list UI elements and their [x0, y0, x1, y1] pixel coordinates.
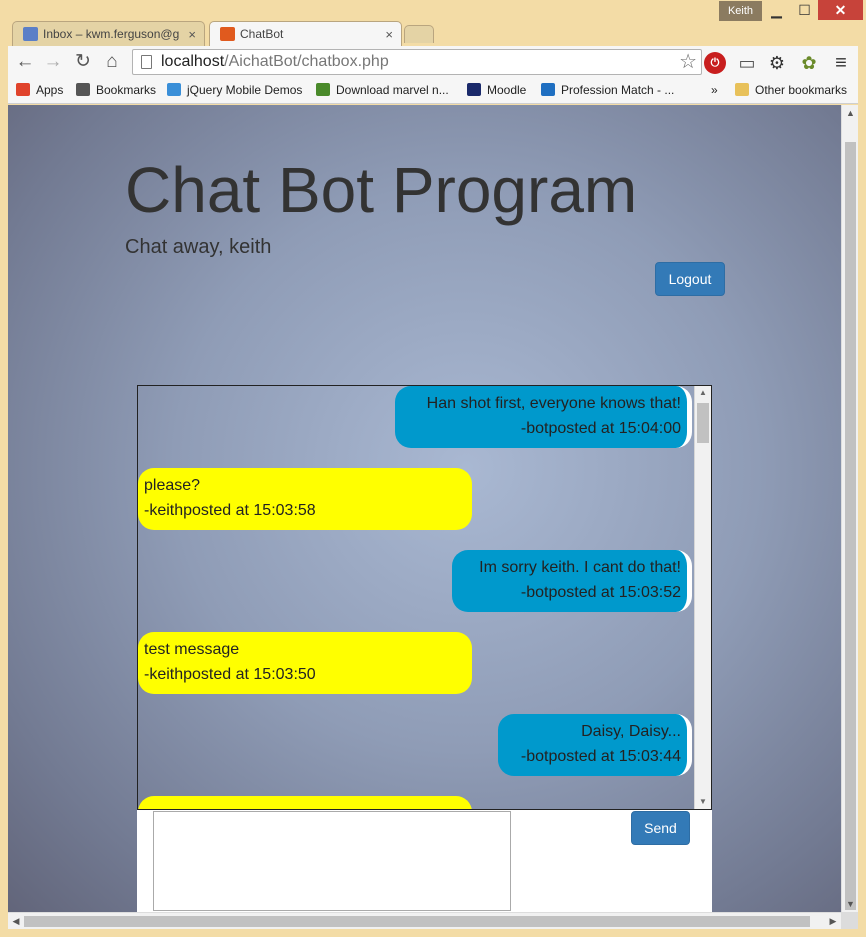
gear-icon[interactable]: ⚙: [766, 52, 788, 74]
page-icon: [141, 55, 152, 69]
bookmark-star-icon[interactable]: ☆: [679, 50, 697, 74]
bookmark-label: Bookmarks: [96, 83, 157, 97]
forward-icon[interactable]: →: [42, 51, 64, 73]
message-input[interactable]: [153, 811, 511, 911]
message-meta: -botposted at 15:04:00: [520, 420, 681, 437]
bookmark-label: jQuery Mobile Demos: [187, 83, 303, 97]
jquery-icon: [167, 83, 181, 96]
message-text: test message: [144, 641, 240, 658]
apps-grid-icon: [16, 83, 30, 96]
inbox-icon: [23, 27, 38, 41]
scroll-up-arrow-icon[interactable]: ▲: [695, 386, 711, 400]
bot-message: Daisy, Daisy... -botposted at 15:03:44: [498, 714, 692, 776]
adblock-icon[interactable]: ⏻: [704, 52, 726, 74]
tab-label: ChatBot: [240, 27, 284, 41]
url-host: localhost: [161, 53, 225, 70]
browser-toolbar: ← → ↻ ⌂ localhost/AichatBot/chatbox.php …: [8, 46, 858, 79]
folder-icon: [735, 83, 749, 96]
scroll-up-arrow-icon[interactable]: ▲: [842, 105, 859, 121]
menu-icon[interactable]: ≡: [830, 52, 852, 74]
bookmark-label: Apps: [36, 83, 64, 97]
minimize-button[interactable]: ▁: [763, 0, 790, 20]
moodle-icon: [467, 83, 481, 96]
bookmark-label: Other bookmarks: [755, 83, 848, 97]
page-title: Chat Bot Program: [125, 154, 638, 226]
scroll-left-arrow-icon[interactable]: ◀: [8, 913, 24, 930]
bookmark-download-marvel[interactable]: Download marvel n...: [316, 79, 449, 104]
message-compose-area: Send: [137, 810, 712, 912]
home-icon[interactable]: ⌂: [101, 51, 123, 73]
page-subtitle: Chat away, keith: [125, 236, 272, 258]
bookmark-apps[interactable]: Apps: [16, 79, 63, 104]
other-bookmarks[interactable]: Other bookmarks: [735, 79, 847, 104]
message-text: Han shot first, everyone knows that!: [426, 395, 681, 412]
maximize-button[interactable]: ☐: [791, 0, 818, 20]
scroll-corner: [841, 912, 858, 929]
extension-icon[interactable]: ✿: [798, 52, 820, 74]
message-meta: -keithposted at 15:03:58: [144, 502, 316, 519]
message-meta: -keithposted at 15:03:50: [144, 666, 316, 683]
bookmark-label: Download marvel n...: [336, 83, 449, 97]
bookmark-moodle[interactable]: Moodle: [467, 79, 526, 104]
tab-inbox[interactable]: Inbox – kwm.ferguson@g ×: [12, 21, 205, 46]
address-bar[interactable]: localhost/AichatBot/chatbox.php ☆: [132, 49, 702, 75]
bookmarks-overflow-button[interactable]: »: [711, 79, 718, 104]
scroll-down-arrow-icon[interactable]: ▼: [695, 795, 711, 809]
reload-icon[interactable]: ↻: [72, 51, 94, 73]
close-tab-icon[interactable]: ×: [385, 22, 393, 47]
chat-log[interactable]: Han shot first, everyone knows that! -bo…: [137, 385, 712, 810]
bot-message: Im sorry keith. I cant do that! -botpost…: [452, 550, 692, 612]
profile-badge[interactable]: Keith: [719, 1, 762, 21]
scroll-down-arrow-icon[interactable]: ▼: [842, 896, 859, 912]
logout-button[interactable]: Logout: [655, 262, 725, 296]
user-message: test message -keithposted at 15:03:50: [138, 632, 472, 694]
message-meta: -botposted at 15:03:52: [520, 584, 681, 601]
bookmarks-bar: Apps Bookmarks jQuery Mobile Demos Downl…: [8, 79, 858, 104]
user-message: [138, 796, 472, 809]
message-text: please?: [144, 477, 201, 494]
scroll-right-arrow-icon[interactable]: ▶: [825, 913, 841, 930]
back-icon[interactable]: ←: [14, 51, 36, 73]
url-path: /AichatBot/chatbox.php: [224, 53, 389, 70]
user-message: please? -keithposted at 15:03:58: [138, 468, 472, 530]
page-horizontal-scrollbar[interactable]: ◀ ▶: [8, 912, 841, 929]
page-viewport: Chat Bot Program Chat away, keith Logout…: [8, 105, 841, 912]
chat-scrollbar[interactable]: ▲ ▼: [694, 386, 711, 809]
close-tab-icon[interactable]: ×: [188, 22, 196, 47]
chat-scroll-thumb[interactable]: [697, 403, 709, 443]
send-button[interactable]: Send: [631, 811, 690, 845]
bot-message: Han shot first, everyone knows that! -bo…: [395, 386, 692, 448]
sharepoint-icon: [541, 83, 555, 96]
page-vertical-scrollbar[interactable]: ▲ ▼: [841, 105, 858, 912]
bookmark-jquery-mobile[interactable]: jQuery Mobile Demos: [167, 79, 302, 104]
star-icon: [76, 83, 90, 96]
bookmark-bookmarks[interactable]: Bookmarks: [76, 79, 156, 104]
page-scroll-thumb[interactable]: [845, 142, 856, 910]
message-text: Im sorry keith. I cant do that!: [479, 559, 681, 576]
tab-label: Inbox – kwm.ferguson@g: [43, 27, 180, 41]
page-hscroll-thumb[interactable]: [24, 916, 810, 927]
bookmark-label: Profession Match - ...: [561, 83, 675, 97]
close-window-button[interactable]: ✕: [818, 0, 863, 20]
bookmark-label: Moodle: [487, 83, 527, 97]
cast-icon[interactable]: ▭: [736, 52, 758, 74]
new-tab-button[interactable]: [404, 25, 434, 43]
bookmark-profession-match[interactable]: Profession Match - ...: [541, 79, 674, 104]
xampp-icon: [220, 27, 235, 41]
download-site-icon: [316, 83, 330, 96]
message-meta: -botposted at 15:03:44: [520, 748, 681, 765]
message-text: Daisy, Daisy...: [581, 723, 681, 740]
tab-chatbot[interactable]: ChatBot ×: [209, 21, 402, 46]
